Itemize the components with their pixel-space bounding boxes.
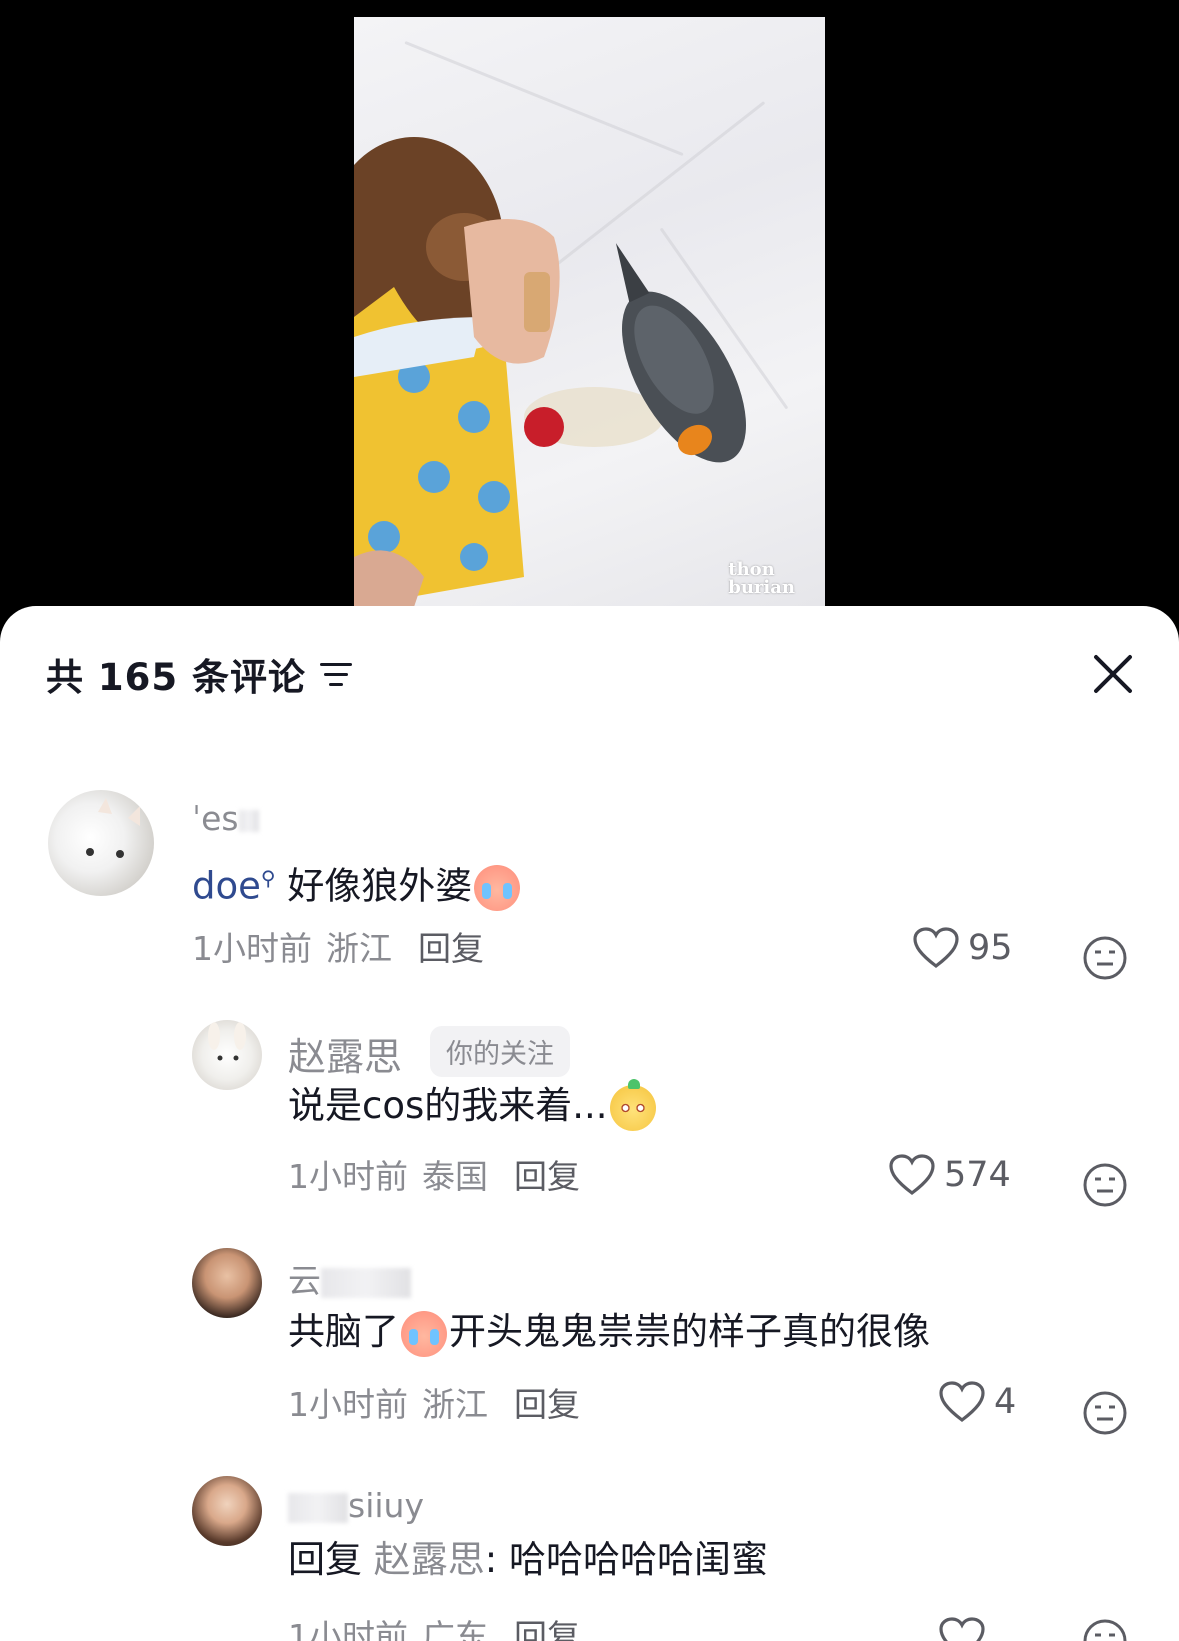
reply-button[interactable]: 回复 [514, 1157, 580, 1196]
reply-button[interactable]: 回复 [418, 929, 484, 968]
avatar[interactable] [48, 790, 154, 896]
avatar[interactable] [192, 1248, 262, 1318]
like-button[interactable]: 4 [938, 1380, 1016, 1424]
comment-count-title: 共 165 条评论 [46, 656, 306, 699]
comment-body: : 哈哈哈哈哈闺蜜 [484, 1538, 768, 1581]
following-badge: 你的关注 [430, 1026, 570, 1077]
location: 浙江 [326, 929, 392, 968]
comment-body: 说是cos的我来着... [288, 1084, 608, 1127]
mention-link[interactable]: doe [192, 864, 261, 907]
avatar[interactable] [192, 1476, 262, 1546]
comment-body: 开头鬼鬼祟祟的样子真的很像 [449, 1310, 930, 1353]
avatar[interactable] [192, 1020, 262, 1090]
reply-button[interactable]: 回复 [514, 1385, 580, 1424]
video-frame-image [354, 137, 746, 607]
comments-sheet: 共 165 条评论 ˈes doe⚲ 好像狼外婆 1小时前 浙江 回复 95 赵… [0, 606, 1179, 1641]
timestamp: 1小时前 [288, 1385, 408, 1424]
comment-meta: 1小时前 广东 回复 [288, 1610, 580, 1641]
timestamp: 1小时前 [288, 1617, 408, 1641]
comment-text: 共脑了 开头鬼鬼祟祟的样子真的很像 [288, 1310, 930, 1357]
comment-text: 回复 赵露思: 哈哈哈哈哈闺蜜 [288, 1538, 768, 1582]
comment-text: doe⚲ 好像狼外婆 [192, 856, 522, 911]
comment-text: 说是cos的我来着... [288, 1078, 658, 1131]
peeking-emoji-icon [609, 1078, 656, 1131]
dislike-button[interactable] [1082, 1162, 1127, 1207]
video-player[interactable]: thon burian [354, 17, 825, 607]
username[interactable]: siiuy [288, 1486, 424, 1525]
username[interactable]: 云 [288, 1254, 411, 1302]
like-count: 4 [994, 1382, 1017, 1422]
username[interactable]: 赵露思 [288, 1026, 402, 1081]
like-count: 574 [944, 1155, 1011, 1195]
comment-meta: 1小时前 泰国 回复 [288, 1150, 580, 1198]
like-button[interactable]: 574 [888, 1153, 1011, 1197]
dislike-button[interactable] [1082, 1390, 1127, 1435]
username[interactable]: ˈes [192, 799, 259, 838]
comment-body: 好像狼外婆 [287, 864, 473, 908]
comment-body: 共脑了 [288, 1310, 399, 1353]
location: 泰国 [422, 1157, 488, 1196]
watermark-line: burian [728, 577, 795, 598]
dislike-button[interactable] [1082, 935, 1127, 980]
comments-header: 共 165 条评论 [46, 650, 354, 699]
location: 广东 [422, 1617, 488, 1641]
reply-to-user[interactable]: 赵露思 [374, 1538, 485, 1581]
heart-icon [939, 1381, 985, 1423]
dislike-button[interactable] [1082, 1618, 1127, 1641]
reply-button[interactable]: 回复 [514, 1617, 580, 1641]
like-button[interactable] [938, 1616, 994, 1641]
like-button[interactable]: 95 [912, 926, 1013, 970]
close-icon[interactable] [1091, 652, 1135, 696]
heart-icon [939, 1617, 985, 1641]
comment-meta: 1小时前 浙江 回复 [288, 1378, 580, 1426]
meh-face-icon [1083, 1391, 1127, 1435]
timestamp: 1小时前 [288, 1157, 408, 1196]
cat-avatar-image [86, 798, 140, 858]
meh-face-icon [1083, 1619, 1127, 1641]
timestamp: 1小时前 [192, 929, 312, 968]
filter-icon[interactable] [320, 659, 354, 689]
video-watermark: thon burian [728, 561, 795, 597]
location: 浙江 [422, 1385, 488, 1424]
rabbit-avatar-image [208, 1022, 246, 1061]
meh-face-icon [1083, 1163, 1127, 1207]
crying-emoji-icon [401, 1310, 447, 1357]
search-icon[interactable]: ⚲ [261, 866, 276, 890]
heart-icon [889, 1154, 935, 1196]
meh-face-icon [1083, 936, 1127, 980]
comment-meta: 1小时前 浙江 回复 [192, 922, 484, 970]
heart-icon [913, 927, 959, 969]
crying-emoji-icon [474, 864, 521, 911]
like-count: 95 [968, 928, 1013, 968]
reply-prefix: 回复 [288, 1538, 362, 1581]
